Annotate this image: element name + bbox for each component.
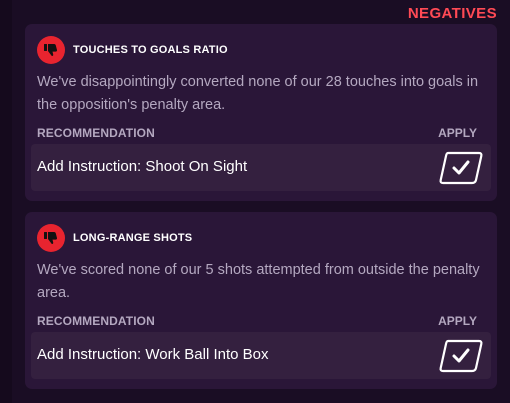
feedback-card: TOUCHES TO GOALS RATIO We've disappointi… [25,24,497,201]
recommendation-label: RECOMMENDATION [37,314,155,328]
recommendation-row: Add Instruction: Shoot On Sight [31,144,491,191]
apply-label: APPLY [438,126,477,140]
card-title: TOUCHES TO GOALS RATIO [73,44,228,56]
checkmark-icon [439,151,483,185]
card-title: LONG-RANGE SHOTS [73,232,193,244]
apply-checkbox[interactable] [439,150,483,186]
card-header: TOUCHES TO GOALS RATIO [37,36,228,64]
recommendation-label: RECOMMENDATION [37,126,155,140]
recommendation-row: Add Instruction: Work Ball Into Box [31,332,491,379]
apply-checkbox[interactable] [439,338,483,374]
thumbs-down-icon [37,36,65,64]
apply-label: APPLY [438,314,477,328]
feedback-card: LONG-RANGE SHOTS We've scored none of ou… [25,212,497,389]
recommendation-text: Add Instruction: Work Ball Into Box [37,346,269,363]
section-title: NEGATIVES [407,5,497,22]
card-header: LONG-RANGE SHOTS [37,224,192,252]
recommendation-text: Add Instruction: Shoot On Sight [37,158,248,175]
checkmark-icon [439,339,483,373]
thumbs-down-icon [37,224,65,252]
card-description: We've scored none of our 5 shots attempt… [37,262,480,301]
left-edge-divider [0,0,12,403]
card-description: We've disappointingly converted none of … [37,74,479,113]
